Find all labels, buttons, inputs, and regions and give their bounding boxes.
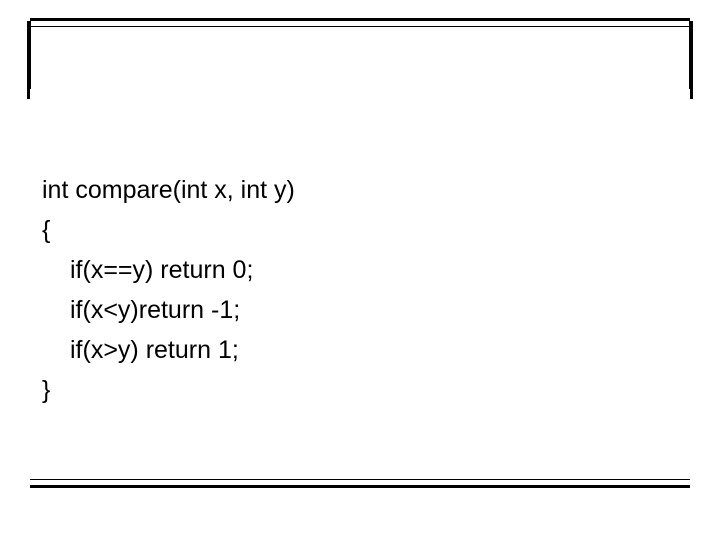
top-border-outer bbox=[30, 18, 690, 21]
bottom-border-inner bbox=[30, 479, 690, 480]
code-line-3: if(x==y) return 0; bbox=[42, 250, 678, 290]
bottom-border-outer bbox=[30, 485, 690, 488]
code-line-5: if(x>y) return 1; bbox=[42, 330, 678, 370]
code-line-6: } bbox=[42, 376, 50, 404]
code-line-1: int compare(int x, int y) bbox=[42, 176, 295, 204]
code-line-2: { bbox=[42, 216, 50, 244]
slide: int compare(int x, int y) { if(x==y) ret… bbox=[0, 0, 720, 540]
code-line-4: if(x<y)return -1; bbox=[42, 290, 678, 330]
code-block: int compare(int x, int y) { if(x==y) ret… bbox=[42, 130, 678, 450]
top-border-inner bbox=[30, 26, 690, 27]
